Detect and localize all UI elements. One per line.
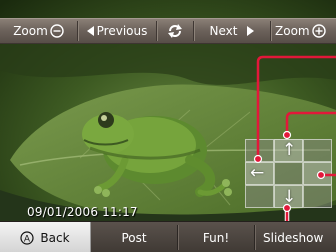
pan-right-button[interactable]: [303, 162, 332, 185]
grid-cell: [303, 139, 332, 162]
grid-cell-center: [274, 162, 303, 185]
rotate-button[interactable]: [157, 19, 193, 43]
next-arrow-icon: [247, 26, 255, 36]
zoom-in-button[interactable]: Zoom: [271, 19, 336, 43]
zoom-out-label: Zoom: [13, 24, 48, 38]
next-button[interactable]: Next: [194, 19, 270, 43]
bottom-toolbar: A Back Post Fun! Slideshow: [0, 221, 336, 252]
pan-up-button[interactable]: ↑: [274, 139, 303, 162]
pan-down-button[interactable]: ↓: [274, 185, 303, 208]
arrow-up-icon: ↑: [282, 140, 297, 160]
back-button[interactable]: A Back: [0, 222, 91, 252]
arrow-down-icon: ↓: [282, 187, 297, 207]
grid-cell: [303, 185, 332, 208]
fun-button[interactable]: Fun!: [178, 222, 254, 252]
back-label: Back: [40, 230, 70, 245]
top-toolbar: Zoom Previous Next Zoom: [0, 18, 336, 44]
grid-cell: [245, 139, 274, 162]
previous-arrow-icon: [86, 26, 94, 36]
photo-timestamp: 09/01/2006 11:17: [27, 205, 138, 219]
svg-text:A: A: [24, 234, 31, 244]
next-label: Next: [209, 24, 238, 38]
slideshow-label: Slideshow: [263, 230, 324, 245]
photo-viewer-screen: Zoom Previous Next Zoom ↑ ← ↓ 09/01/2006…: [0, 0, 336, 252]
slideshow-button[interactable]: Slideshow: [255, 222, 336, 252]
pan-navigation-grid: ↑ ← ↓: [245, 139, 335, 211]
post-button[interactable]: Post: [91, 222, 177, 252]
arrow-left-icon: ←: [250, 163, 265, 183]
zoom-out-icon: [50, 24, 64, 38]
previous-label: Previous: [96, 24, 148, 38]
previous-button[interactable]: Previous: [78, 19, 156, 43]
zoom-out-button[interactable]: Zoom: [0, 19, 77, 43]
post-label: Post: [121, 230, 147, 245]
zoom-in-label: Zoom: [275, 24, 310, 38]
fun-label: Fun!: [202, 230, 230, 245]
a-button-icon: A: [20, 230, 35, 245]
pan-left-button[interactable]: ←: [245, 162, 274, 185]
zoom-in-icon: [311, 24, 326, 38]
rotate-icon: [166, 24, 184, 38]
grid-cell: [245, 185, 274, 208]
